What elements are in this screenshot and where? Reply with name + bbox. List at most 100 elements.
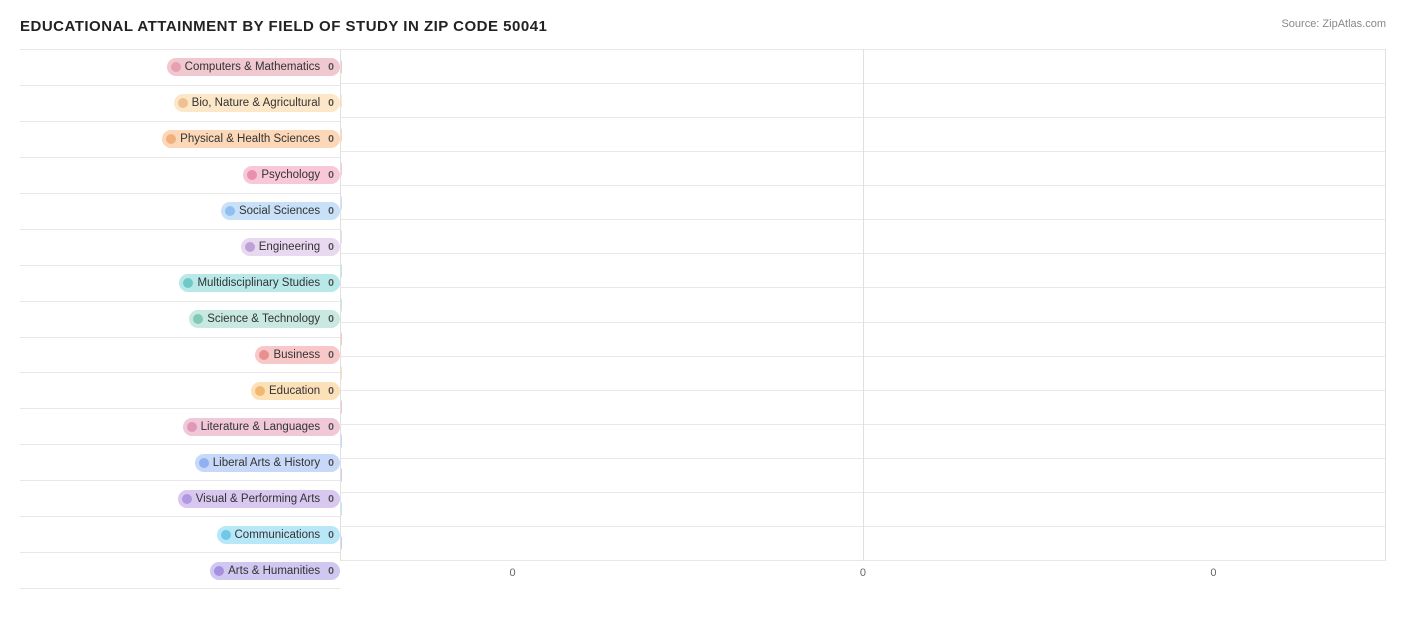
category-label: Psychology <box>261 169 320 181</box>
x-axis-label: 0 <box>1041 567 1386 589</box>
category-label: Bio, Nature & Agricultural <box>192 97 320 109</box>
y-row: Social Sciences 0 <box>20 193 340 229</box>
bar-row <box>340 458 1386 492</box>
category-label: Arts & Humanities <box>228 565 320 577</box>
label-pill: Arts & Humanities 0 <box>210 562 340 580</box>
bar-row <box>340 185 1386 219</box>
label-pill: Education 0 <box>251 382 340 400</box>
category-label: Engineering <box>259 241 320 253</box>
bar-fill <box>340 536 342 550</box>
label-pill: Communications0 <box>217 526 341 544</box>
y-row: Literature & Languages 0 <box>20 408 340 444</box>
bar-row <box>340 219 1386 253</box>
pill-dot <box>221 530 231 540</box>
bars-wrapper <box>340 49 1386 561</box>
bar-fill <box>340 94 342 108</box>
label-pill: Psychology 0 <box>243 166 340 184</box>
label-pill: Multidisciplinary Studies 0 <box>179 274 340 292</box>
category-value: 0 <box>328 169 334 181</box>
bar-area: 000 <box>340 49 1386 589</box>
pill-dot <box>259 350 269 360</box>
x-axis-label: 0 <box>690 567 1035 589</box>
category-value: 0 <box>328 97 334 109</box>
bar-fill <box>340 60 342 74</box>
category-label: Multidisciplinary Studies <box>197 277 320 289</box>
bar-fill <box>340 162 342 176</box>
category-value: 0 <box>328 493 334 505</box>
category-label: Liberal Arts & History <box>213 457 320 469</box>
pill-dot <box>199 458 209 468</box>
pill-dot <box>245 242 255 252</box>
category-value: 0 <box>328 385 334 397</box>
category-value: 0 <box>328 241 334 253</box>
chart-title: EDUCATIONAL ATTAINMENT BY FIELD OF STUDY… <box>20 18 547 35</box>
bar-row <box>340 151 1386 185</box>
y-row: Visual & Performing Arts0 <box>20 480 340 516</box>
category-value: 0 <box>328 277 334 289</box>
bar-row <box>340 526 1386 561</box>
bar-row <box>340 253 1386 287</box>
x-axis-labels: 000 <box>340 561 1386 589</box>
bar-fill <box>340 502 342 516</box>
pill-dot <box>187 422 197 432</box>
label-pill: Liberal Arts & History 0 <box>195 454 340 472</box>
pill-dot <box>255 386 265 396</box>
chart-body: Computers & Mathematics0Bio, Nature & Ag… <box>20 49 1386 589</box>
y-row: Physical & Health Sciences 0 <box>20 121 340 157</box>
category-label: Social Sciences <box>239 205 320 217</box>
pill-dot <box>193 314 203 324</box>
y-row: Psychology 0 <box>20 157 340 193</box>
pill-dot <box>166 134 176 144</box>
chart-header: EDUCATIONAL ATTAINMENT BY FIELD OF STUDY… <box>20 18 1386 35</box>
category-value: 0 <box>328 61 334 73</box>
bar-fill <box>340 230 342 244</box>
bar-fill <box>340 264 342 278</box>
pill-dot <box>247 170 257 180</box>
category-label: Business <box>273 349 320 361</box>
bar-fill <box>340 366 342 380</box>
y-row: Arts & Humanities 0 <box>20 552 340 589</box>
category-value: 0 <box>328 313 334 325</box>
category-label: Physical & Health Sciences <box>180 133 320 145</box>
category-value: 0 <box>328 565 334 577</box>
pill-dot <box>171 62 181 72</box>
category-label: Computers & Mathematics <box>185 61 321 73</box>
bar-row <box>340 322 1386 356</box>
category-value: 0 <box>328 349 334 361</box>
pill-dot <box>214 566 224 576</box>
bar-fill <box>340 298 342 312</box>
y-row: Liberal Arts & History 0 <box>20 444 340 480</box>
y-row: Engineering 0 <box>20 229 340 265</box>
category-value: 0 <box>328 133 334 145</box>
bar-row <box>340 492 1386 526</box>
x-axis-label: 0 <box>340 567 685 589</box>
label-pill: Business 0 <box>255 346 340 364</box>
bar-fill <box>340 196 342 210</box>
bar-fill <box>340 468 342 482</box>
label-pill: Social Sciences 0 <box>221 202 340 220</box>
bar-row <box>340 49 1386 83</box>
y-row: Multidisciplinary Studies 0 <box>20 265 340 301</box>
category-value: 0 <box>328 529 334 541</box>
label-pill: Literature & Languages 0 <box>183 418 340 436</box>
category-value: 0 <box>328 421 334 433</box>
category-value: 0 <box>328 457 334 469</box>
y-row: Science & Technology0 <box>20 301 340 337</box>
chart-source: Source: ZipAtlas.com <box>1281 18 1386 30</box>
label-pill: Visual & Performing Arts0 <box>178 490 340 508</box>
y-row: Bio, Nature & Agricultural 0 <box>20 85 340 121</box>
label-pill: Computers & Mathematics 0 <box>167 58 340 76</box>
category-label: Literature & Languages <box>201 421 321 433</box>
bar-fill <box>340 434 342 448</box>
label-pill: Physical & Health Sciences 0 <box>162 130 340 148</box>
category-value: 0 <box>328 205 334 217</box>
pill-dot <box>182 494 192 504</box>
pill-dot <box>225 206 235 216</box>
pill-dot <box>183 278 193 288</box>
y-row: Education 0 <box>20 372 340 408</box>
label-pill: Bio, Nature & Agricultural 0 <box>174 94 340 112</box>
category-label: Education <box>269 385 320 397</box>
y-row: Computers & Mathematics 0 <box>20 49 340 85</box>
bar-fill <box>340 400 342 414</box>
bar-row <box>340 83 1386 117</box>
